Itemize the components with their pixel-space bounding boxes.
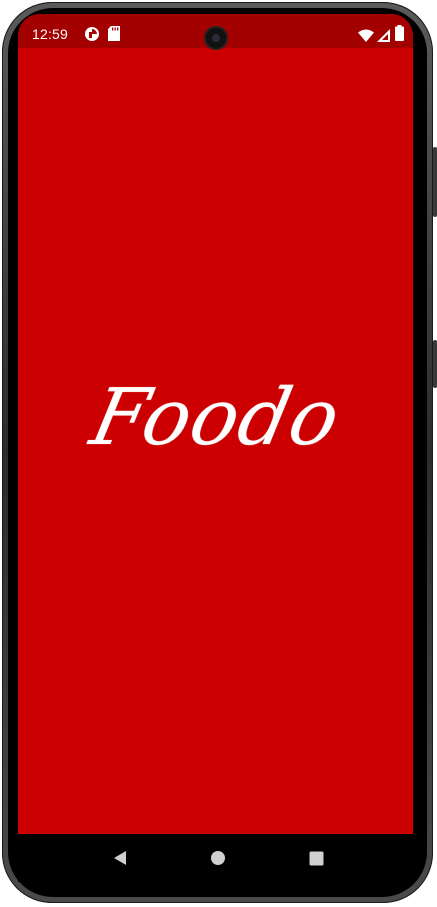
recents-square-icon [309,851,323,865]
volume-button [433,340,437,388]
recents-button[interactable] [306,848,326,868]
home-button[interactable] [208,848,228,868]
back-button[interactable] [110,848,130,868]
app-screen: 12:59 Foodo [18,14,413,834]
power-button [433,147,437,217]
home-circle-icon [211,851,225,865]
splash-content: Foodo [18,14,413,834]
app-logo: Foodo [83,373,348,463]
navigation-bar [18,834,413,882]
back-triangle-icon [114,851,126,865]
